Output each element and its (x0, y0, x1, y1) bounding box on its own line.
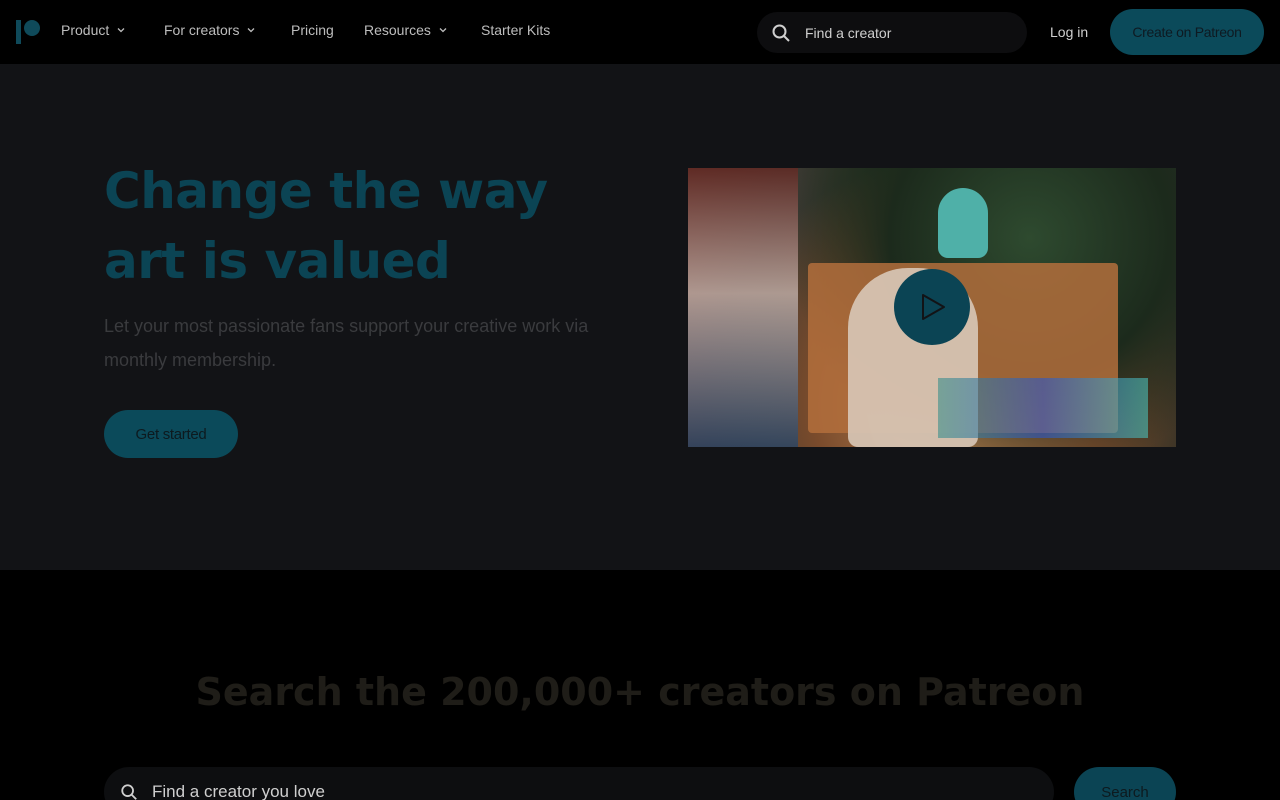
nav-item-label: Product (61, 22, 110, 38)
login-link[interactable]: Log in (1050, 24, 1088, 40)
search-icon (121, 784, 137, 800)
nav-item-pricing[interactable]: Pricing (291, 22, 334, 38)
nav-item-starter-kits[interactable]: Starter Kits (481, 22, 550, 38)
logo-dot (24, 20, 40, 36)
nav-item-product[interactable]: Product (61, 22, 125, 38)
nav-item-label: Resources (364, 22, 431, 38)
play-button[interactable] (894, 269, 970, 345)
creator-search-section: Search the 200,000+ creators on Patreon … (0, 570, 1280, 800)
hero-title-line: art is valued (104, 232, 451, 290)
creator-search-box (104, 767, 1054, 800)
video-foreground-blur (688, 168, 798, 447)
top-nav: Product For creators Pricing Resources S… (0, 0, 1280, 64)
nav-item-label: Pricing (291, 22, 334, 38)
hero-title: Change the way art is valued (104, 156, 624, 296)
search-button[interactable]: Search (1074, 767, 1176, 800)
hero-title-line: Change the way (104, 162, 548, 220)
nav-item-label: Starter Kits (481, 22, 551, 38)
hero-section: Change the way art is valued Let your mo… (0, 64, 1280, 570)
video-glitch-overlay (938, 378, 1148, 438)
get-started-button[interactable]: Get started (104, 410, 238, 458)
hero-video[interactable] (688, 168, 1176, 447)
logo-bar (16, 20, 21, 44)
hero-subtitle: Let your most passionate fans support yo… (104, 316, 589, 370)
creator-search-input[interactable] (152, 782, 952, 800)
nav-search-input[interactable] (805, 24, 1005, 41)
nav-item-resources[interactable]: Resources (364, 22, 447, 38)
nav-item-for-creators[interactable]: For creators (164, 22, 255, 38)
nav-search-box (757, 12, 1027, 53)
nav-item-label: For creators (164, 22, 240, 38)
chevron-down-icon (117, 28, 125, 33)
search-icon (772, 24, 790, 42)
chevron-down-icon (248, 28, 255, 33)
play-icon (922, 294, 945, 320)
search-section-title: Search the 200,000+ creators on Patreon (195, 670, 1085, 714)
patreon-logo[interactable] (16, 20, 42, 46)
video-person-hair (938, 188, 988, 258)
chevron-down-icon (439, 28, 447, 33)
create-on-patreon-button[interactable]: Create on Patreon (1110, 9, 1264, 55)
